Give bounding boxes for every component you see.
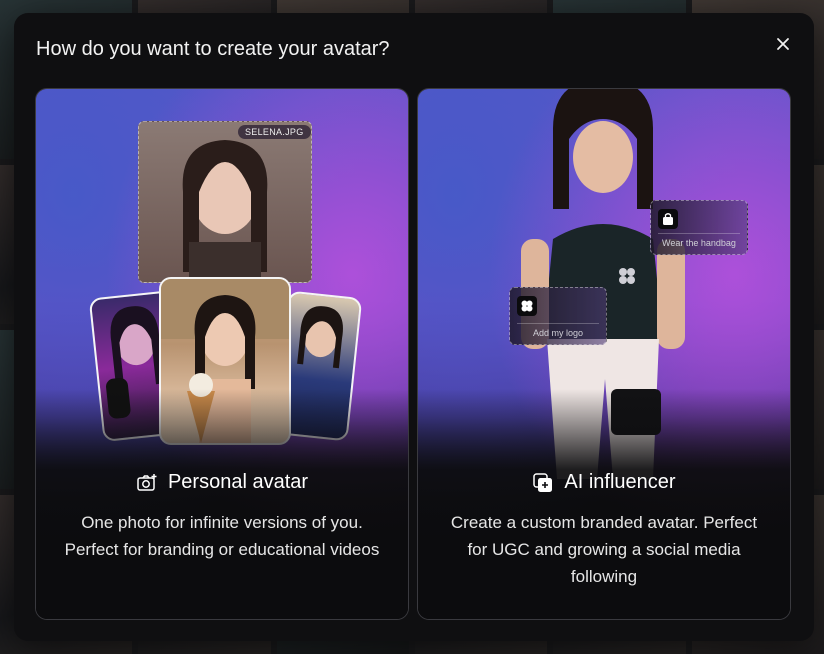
ai-influencer-heading: AI influencer: [418, 471, 790, 494]
add-logo-tag: Add my logo: [509, 287, 607, 345]
file-tag: SELENA.JPG: [238, 125, 311, 139]
ai-influencer-card[interactable]: Wear the handbag Add my logo AI influenc…: [417, 88, 791, 620]
wear-handbag-tag: Wear the handbag: [650, 200, 748, 255]
modal-title: How do you want to create your avatar?: [36, 38, 390, 60]
camera-plus-icon: [136, 472, 158, 494]
ai-influencer-description: Create a custom branded avatar. Perfect …: [450, 513, 758, 586]
source-photo-frame: [138, 121, 312, 283]
ai-influencer-title: AI influencer: [564, 471, 676, 493]
wear-handbag-label: Wear the handbag: [662, 238, 736, 248]
add-logo-label: Add my logo: [532, 328, 584, 338]
personal-avatar-description: One photo for infinite versions of you. …: [64, 513, 380, 559]
create-avatar-modal: How do you want to create your avatar? S…: [14, 13, 814, 641]
personal-avatar-title: Personal avatar: [167, 471, 309, 493]
close-button[interactable]: [772, 33, 794, 55]
close-icon: [777, 38, 789, 50]
stack-plus-icon: [532, 472, 554, 494]
logo-icon: [517, 296, 537, 316]
personal-avatar-card[interactable]: SELENA.JPG Personal avatar One photo for…: [35, 88, 409, 620]
personal-avatar-heading: Personal avatar: [36, 471, 408, 494]
handbag-icon: [658, 209, 678, 229]
